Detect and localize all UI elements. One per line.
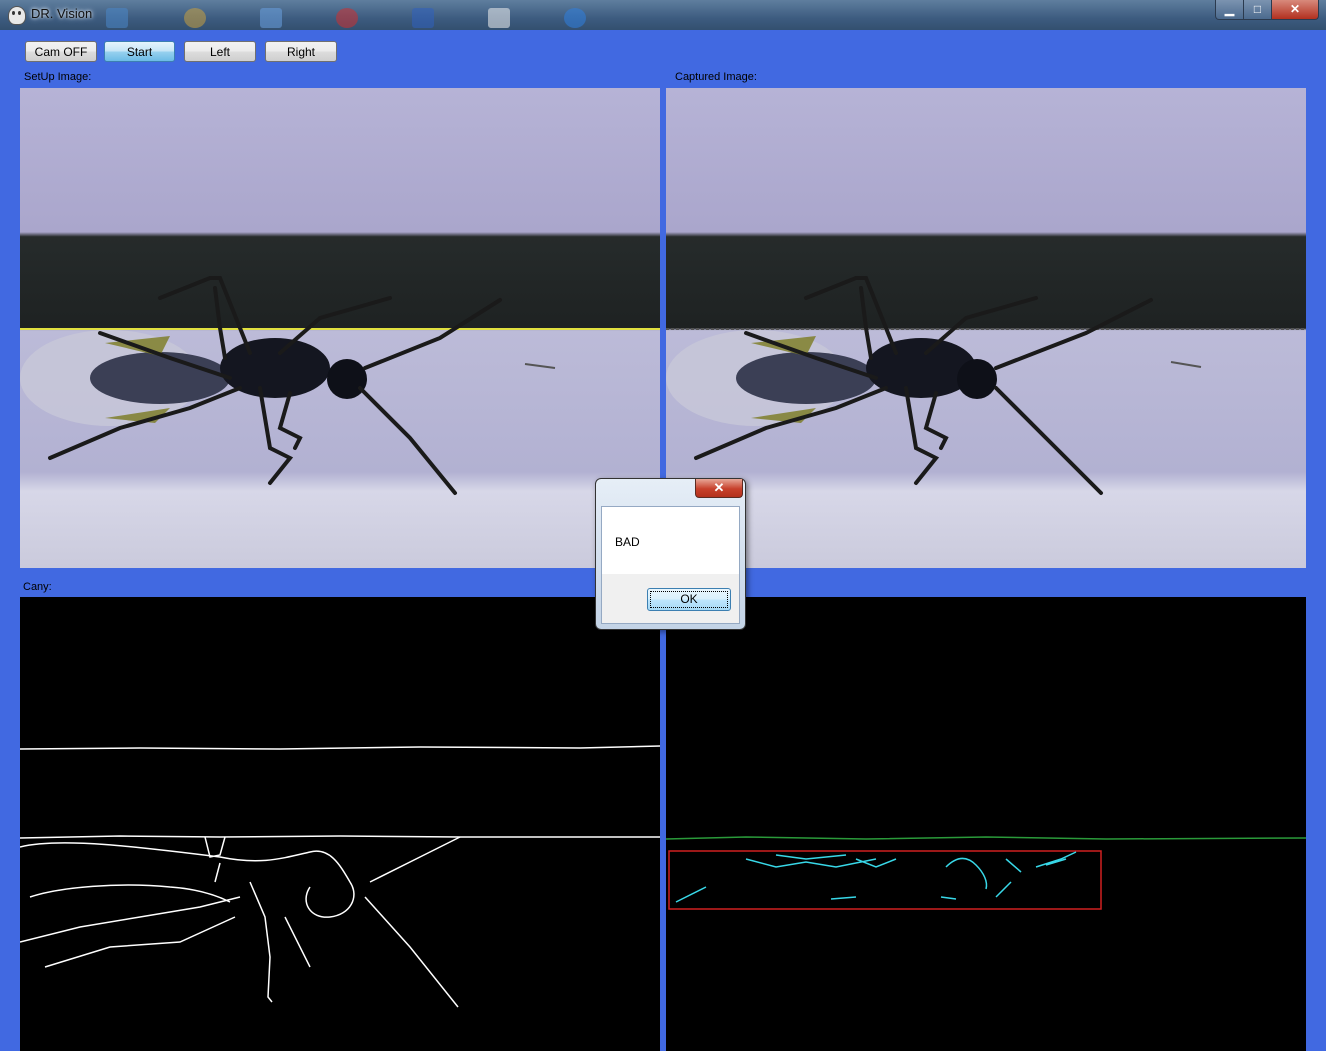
right-button[interactable]: Right bbox=[265, 41, 337, 62]
cam-off-button[interactable]: Cam OFF bbox=[25, 41, 97, 62]
setup-image-label: SetUp Image: bbox=[24, 71, 92, 83]
setup-insect-image bbox=[20, 88, 660, 568]
taskbar-app-icon bbox=[412, 8, 434, 28]
captured-image-panel bbox=[666, 88, 1306, 568]
canny-edge-image bbox=[20, 745, 660, 1008]
message-dialog: ✕ BAD OK bbox=[595, 478, 746, 630]
canny-label: Cany: bbox=[23, 581, 52, 593]
taskbar-arrow-icon bbox=[106, 8, 128, 28]
close-button[interactable]: ✕ bbox=[1271, 0, 1319, 20]
canny-edges-panel bbox=[20, 597, 660, 1051]
dialog-close-button[interactable]: ✕ bbox=[695, 479, 743, 498]
dialog-footer: OK bbox=[602, 574, 739, 623]
taskbar-chrome-icon bbox=[336, 8, 358, 28]
detected-edges-panel bbox=[666, 597, 1306, 1051]
setup-image-panel bbox=[20, 88, 660, 568]
taskbar-browser-icon bbox=[184, 8, 206, 28]
title-bar: DR. Vision ▁ □ ✕ bbox=[0, 0, 1326, 30]
maximize-button[interactable]: □ bbox=[1243, 0, 1272, 20]
detected-edge-image bbox=[666, 836, 1306, 910]
app-skull-icon bbox=[8, 6, 26, 25]
taskbar-window-icon bbox=[260, 8, 282, 28]
dialog-body: BAD OK bbox=[601, 506, 740, 624]
minimize-button[interactable]: ▁ bbox=[1215, 0, 1244, 20]
taskbar-document-icon bbox=[488, 8, 510, 28]
window-title: DR. Vision bbox=[31, 6, 93, 21]
region-box bbox=[668, 850, 1102, 910]
dialog-message: BAD bbox=[615, 535, 640, 549]
taskbar-globe-icon bbox=[564, 8, 586, 28]
captured-insect-image bbox=[666, 88, 1306, 568]
left-button[interactable]: Left bbox=[184, 41, 256, 62]
ok-button[interactable]: OK bbox=[647, 588, 731, 611]
start-button[interactable]: Start bbox=[104, 41, 175, 62]
captured-image-label: Captured Image: bbox=[675, 71, 757, 83]
